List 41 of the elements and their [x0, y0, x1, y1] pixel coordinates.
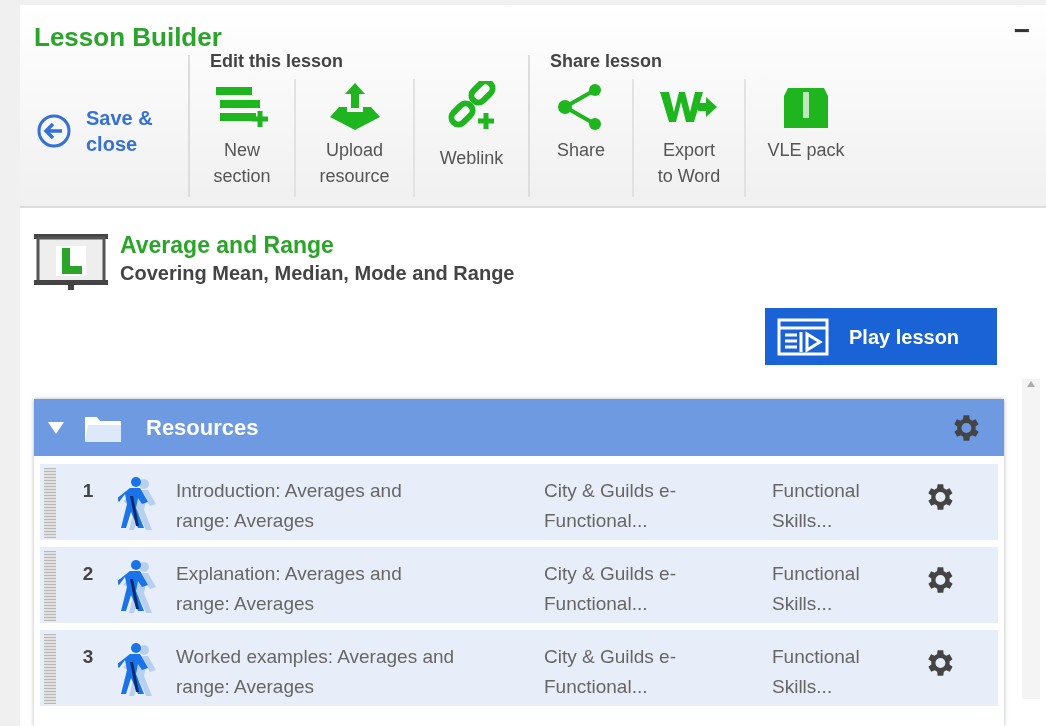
section-title: Resources — [146, 414, 260, 442]
lesson-subtitle: Covering Mean, Median, Mode and Range — [120, 261, 515, 286]
lesson-title: Average and Range — [120, 231, 335, 260]
new-section-icon — [214, 85, 270, 129]
group-label: Edit this lesson — [209, 50, 345, 73]
subject-text: Functional Skills... — [772, 645, 861, 699]
caret-icon[interactable] — [48, 421, 64, 434]
provider-text: City & Guilds e- Functional... — [544, 562, 677, 616]
row-number: 1 — [81, 479, 95, 503]
resource-title: Worked examples: Averages and range: Averages — [176, 645, 456, 699]
resource-title: Explanation: Averages and range: Averages — [176, 562, 403, 616]
scroll-up-icon[interactable] — [1027, 381, 1035, 387]
resource-row[interactable]: 3 Worked examples: Averages and range: Averages City & Guilds e- Functional... Functional Skills... — [40, 630, 998, 706]
toolbar-button[interactable]: Weblink — [415, 79, 528, 197]
word-export-icon — [660, 90, 718, 124]
resource-title: Introduction: Averages and range: Averages — [176, 479, 403, 533]
resource-row[interactable]: 2 Explanation: Averages and range: Averages City & Guilds e- Functional... Functional Skills... — [40, 547, 998, 623]
row-number: 2 — [81, 562, 95, 586]
group-label: Share lesson — [549, 50, 664, 73]
play-lesson-button[interactable]: Play lesson — [765, 308, 997, 365]
provider-text: City & Guilds e- Functional... — [544, 645, 677, 699]
subject-text: Functional Skills... — [772, 479, 861, 533]
drag-handle[interactable] — [44, 468, 56, 538]
toolbar-button[interactable]: VLE pack — [746, 79, 866, 197]
row-number: 3 — [81, 645, 95, 669]
toolbar-button[interactable]: New section — [190, 79, 296, 197]
collapse-button[interactable]: − — [1013, 21, 1030, 41]
subject-text: Functional Skills... — [772, 562, 861, 616]
drag-handle[interactable] — [44, 551, 56, 621]
scrollbar[interactable] — [1022, 379, 1040, 699]
drag-handle[interactable] — [44, 634, 56, 704]
toolbar-button[interactable]: Upload resource — [296, 79, 415, 197]
video-player-icon — [777, 317, 829, 356]
toolbar-button[interactable]: Share — [530, 79, 634, 197]
toolbar-button[interactable]: Export to Word — [634, 79, 746, 197]
panel-title: Lesson Builder — [34, 21, 222, 53]
resource-row[interactable]: 1 Introduction: Averages and range: Averages City & Guilds e- Functional... Functional Skills... — [40, 464, 998, 540]
provider-text: City & Guilds e- Functional... — [544, 479, 677, 533]
upload-icon — [328, 83, 381, 131]
save-and-close-button[interactable]: Save & close — [20, 55, 190, 197]
archive-box-icon — [782, 86, 830, 128]
